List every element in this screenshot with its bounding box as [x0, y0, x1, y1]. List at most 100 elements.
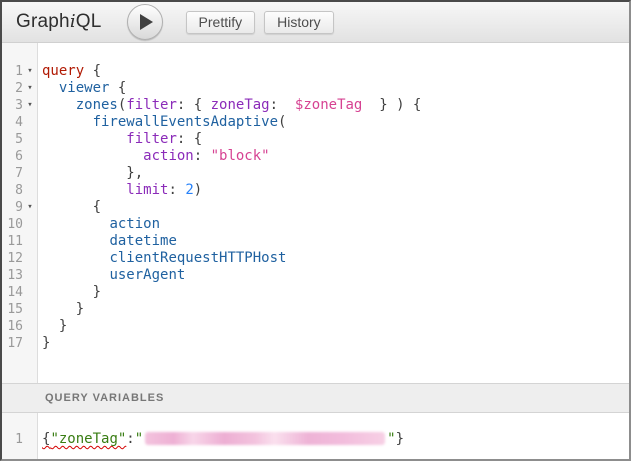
gutter-row: 1 [2, 431, 37, 448]
fold-spacer [23, 114, 37, 131]
fold-toggle-icon[interactable]: ▾ [23, 97, 37, 114]
fold-spacer [23, 165, 37, 182]
variables-editor[interactable]: 1 {"zoneTag":""} [2, 413, 629, 459]
line-number: 16 [2, 318, 23, 335]
token-p: datetime [109, 233, 176, 249]
gutter-row: 14 [2, 284, 37, 301]
token-a: filter [126, 131, 177, 147]
token-t: ( [278, 114, 286, 130]
token-t: } [42, 284, 101, 300]
gutter-row: 4 [2, 114, 37, 131]
token-v: " [387, 431, 395, 447]
code-line[interactable]: } [42, 301, 625, 318]
fold-toggle-icon[interactable]: ▾ [23, 199, 37, 216]
token-t [42, 114, 93, 130]
token-t [42, 131, 126, 147]
code-line[interactable]: firewallEventsAdaptive( [42, 114, 625, 131]
code-line[interactable]: datetime [42, 233, 625, 250]
prettify-button[interactable]: Prettify [186, 11, 256, 34]
graphiql-window: GraphiQL Prettify History 1▾2▾3▾456789▾1… [0, 0, 631, 461]
line-number: 14 [2, 284, 23, 301]
token-t [42, 250, 109, 266]
fold-spacer [23, 335, 37, 352]
token-a: action [143, 148, 194, 164]
code-line[interactable]: limit: 2) [42, 182, 625, 199]
code-line[interactable]: } [42, 318, 625, 335]
line-number: 12 [2, 250, 23, 267]
line-number: 13 [2, 267, 23, 284]
fold-spacer [23, 216, 37, 233]
token-t: : [126, 431, 134, 447]
fold-spacer [23, 318, 37, 335]
history-button[interactable]: History [264, 11, 334, 34]
code-line[interactable]: } [42, 284, 625, 301]
token-p: action [109, 216, 160, 232]
token-t [42, 267, 109, 283]
token-p: firewallEventsAdaptive [93, 114, 278, 130]
token-t: : { [177, 131, 202, 147]
code-line[interactable]: viewer { [42, 80, 625, 97]
token-t: { [42, 199, 101, 215]
gutter-row: 16 [2, 318, 37, 335]
token-s: "block" [211, 148, 270, 164]
line-number: 4 [2, 114, 23, 131]
query-variables-header[interactable]: QUERY VARIABLES [2, 383, 629, 413]
token-t: { [109, 80, 126, 96]
line-number: 3 [2, 97, 23, 114]
token-t: } [42, 318, 67, 334]
code-line[interactable]: { [42, 199, 625, 216]
line-number: 1 [2, 431, 23, 448]
code-line[interactable]: }, [42, 165, 625, 182]
token-t [42, 233, 109, 249]
gutter-row: 10 [2, 216, 37, 233]
token-p: viewer [59, 80, 110, 96]
token-t: : [194, 148, 211, 164]
code-line[interactable]: action: "block" [42, 148, 625, 165]
query-variables-title: QUERY VARIABLES [45, 392, 164, 404]
code-line[interactable]: query { [42, 63, 625, 80]
line-number: 10 [2, 216, 23, 233]
code-line[interactable]: zones(filter: { zoneTag: $zoneTag } ) { [42, 97, 625, 114]
token-t: : [168, 182, 185, 198]
play-icon [140, 14, 153, 30]
gutter-row: 17 [2, 335, 37, 352]
token-t [42, 216, 109, 232]
token-a: zoneTag [211, 97, 270, 113]
code-line[interactable]: action [42, 216, 625, 233]
variables-code-area[interactable]: {"zoneTag":""} [38, 413, 629, 459]
token-t: } [42, 335, 50, 351]
token-t [42, 80, 59, 96]
fold-toggle-icon[interactable]: ▾ [23, 63, 37, 80]
token-t: ) [194, 182, 202, 198]
token-t: } [42, 301, 84, 317]
execute-query-button[interactable] [127, 4, 163, 40]
token-p: clientRequestHTTPHost [109, 250, 286, 266]
token-a: limit [126, 182, 168, 198]
fold-spacer [23, 233, 37, 250]
line-number: 6 [2, 148, 23, 165]
token-n: 2 [185, 182, 193, 198]
gutter-row: 13 [2, 267, 37, 284]
line-number: 1 [2, 63, 23, 80]
token-a: filter [126, 97, 177, 113]
gutter-row: 8 [2, 182, 37, 199]
code-line[interactable]: userAgent [42, 267, 625, 284]
token-v: " [135, 431, 143, 447]
query-code-area[interactable]: query { viewer { zones(filter: { zoneTag… [38, 43, 629, 383]
code-line[interactable]: filter: { [42, 131, 625, 148]
fold-spacer [23, 267, 37, 284]
graphiql-logo: GraphiQL [16, 11, 102, 33]
gutter-row: 2▾ [2, 80, 37, 97]
fold-spacer [23, 131, 37, 148]
code-line[interactable]: clientRequestHTTPHost [42, 250, 625, 267]
code-line[interactable]: } [42, 335, 625, 352]
query-editor[interactable]: 1▾2▾3▾456789▾1011121314151617 query { vi… [2, 43, 629, 383]
token-t [42, 182, 126, 198]
fold-spacer [23, 250, 37, 267]
token-v: "zoneTag" [50, 431, 126, 447]
line-number: 8 [2, 182, 23, 199]
fold-toggle-icon[interactable]: ▾ [23, 80, 37, 97]
variables-code-line[interactable]: {"zoneTag":""} [42, 431, 625, 448]
variables-gutter: 1 [2, 413, 38, 459]
gutter-row: 5 [2, 131, 37, 148]
